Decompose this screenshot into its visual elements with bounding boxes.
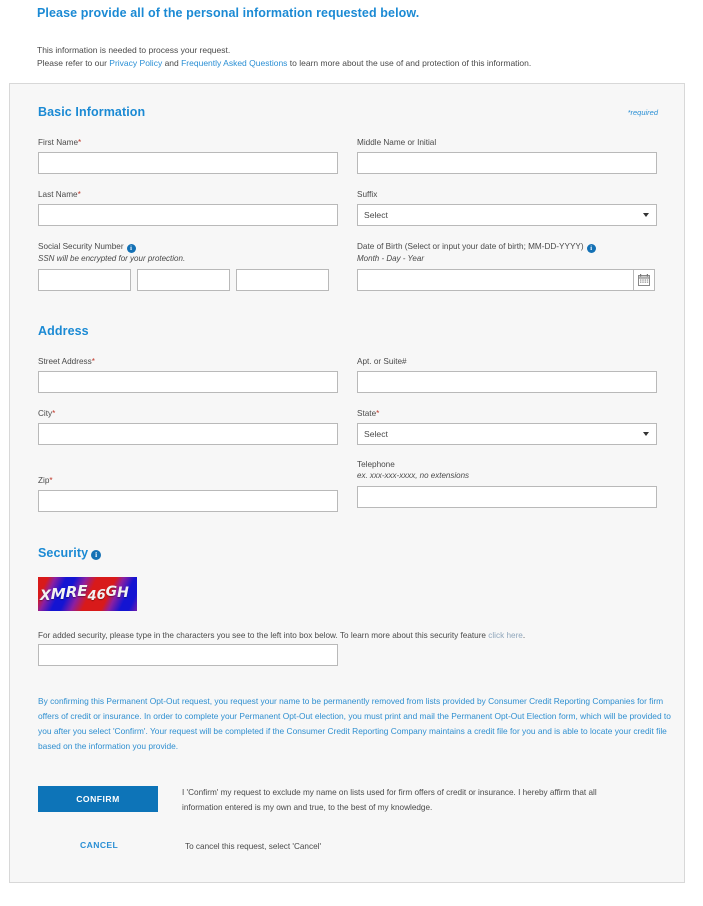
- dob-input-group: [357, 269, 655, 291]
- field-street-address: Street Address*: [38, 356, 338, 393]
- last-name-input[interactable]: [38, 204, 338, 226]
- info-icon[interactable]: i: [586, 244, 596, 253]
- label-date-of-birth: Date of Birth (Select or input your date…: [357, 241, 667, 253]
- confirm-button[interactable]: CONFIRM: [38, 786, 158, 812]
- captcha-help-suffix: .: [522, 631, 526, 640]
- ssn-part1-input[interactable]: [38, 269, 131, 291]
- label-middle-name: Middle Name or Initial: [357, 138, 437, 147]
- label-zip: Zip*: [38, 476, 53, 485]
- ssn-note: SSN will be encrypted for your protectio…: [38, 254, 186, 263]
- label-street-address: Street Address*: [38, 357, 95, 366]
- intro-line-1: This information is needed to process yo…: [37, 45, 231, 55]
- privacy-policy-link[interactable]: Privacy Policy: [109, 58, 162, 68]
- calendar-picker-button[interactable]: [633, 269, 655, 291]
- label-apt-suite: Apt. or Suite#: [357, 357, 407, 366]
- intro-line2-mid: and: [162, 57, 182, 68]
- telephone-hint: ex. xxx-xxx-xxxx, no extensions: [357, 471, 470, 480]
- apt-suite-input[interactable]: [357, 371, 657, 393]
- captcha-char: 4: [87, 589, 97, 604]
- captcha-char: R: [65, 583, 78, 601]
- state-selected-value: Select: [364, 429, 388, 439]
- label-telephone: Telephone: [357, 460, 395, 469]
- calendar-icon: [638, 274, 650, 286]
- legal-disclaimer: By confirming this Permanent Opt-Out req…: [38, 696, 671, 751]
- field-state: State* Select: [357, 408, 657, 445]
- field-first-name: First Name*: [38, 137, 338, 174]
- captcha-characters: XMRE46GH: [40, 582, 129, 604]
- label-city: City*: [38, 409, 56, 418]
- captcha-image: XMRE46GH: [38, 577, 137, 611]
- field-captcha-answer: [38, 644, 338, 666]
- label-first-name: First Name*: [38, 138, 82, 147]
- suffix-selected-value: Select: [364, 210, 388, 220]
- captcha-char: M: [50, 585, 66, 603]
- field-last-name: Last Name*: [38, 189, 338, 226]
- field-telephone: Telephone ex. xxx-xxx-xxxx, no extension…: [357, 459, 657, 508]
- state-select[interactable]: Select: [357, 423, 657, 445]
- field-middle-name: Middle Name or Initial: [357, 137, 657, 174]
- confirm-description: I 'Confirm' my request to exclude my nam…: [182, 788, 597, 812]
- zip-input[interactable]: [38, 490, 338, 512]
- suffix-select[interactable]: Select: [357, 204, 657, 226]
- label-suffix: Suffix: [357, 190, 378, 199]
- label-ssn: Social Security Number i: [38, 241, 338, 253]
- captcha-char: H: [117, 585, 129, 601]
- date-of-birth-input[interactable]: [357, 269, 633, 291]
- field-apt-suite: Apt. or Suite#: [357, 356, 657, 393]
- faq-link[interactable]: Frequently Asked Questions: [181, 58, 287, 68]
- required-note: *required: [627, 108, 658, 117]
- field-date-of-birth: Date of Birth (Select or input your date…: [357, 241, 667, 264]
- form-panel: Basic Information *required First Name* …: [9, 83, 685, 883]
- intro-block: Please provide all of the personal infor…: [37, 5, 667, 69]
- intro-line-2: Please refer to our Privacy Policy and F…: [37, 57, 667, 70]
- ssn-part3-input[interactable]: [236, 269, 329, 291]
- field-ssn: Social Security Number i SSN will be encr…: [38, 241, 338, 264]
- section-heading-address: Address: [38, 324, 89, 338]
- info-icon[interactable]: i: [126, 244, 136, 253]
- field-zip: Zip*: [38, 475, 338, 512]
- ssn-input-group: [38, 269, 329, 291]
- street-address-input[interactable]: [38, 371, 338, 393]
- dob-format-hint: Month - Day - Year: [357, 254, 424, 263]
- intro-line2-suffix: to learn more about the use of and prote…: [287, 57, 532, 68]
- field-suffix: Suffix Select: [357, 189, 657, 226]
- intro-line2-prefix: Please refer to our: [37, 57, 110, 68]
- captcha-char: G: [105, 584, 118, 600]
- section-heading-basic-information: Basic Information: [38, 105, 146, 119]
- cancel-description: To cancel this request, select 'Cancel': [185, 842, 322, 851]
- info-icon[interactable]: i: [91, 550, 102, 560]
- captcha-char: X: [40, 588, 51, 604]
- captcha-help-text: For added security, please type in the c…: [38, 630, 525, 642]
- first-name-input[interactable]: [38, 152, 338, 174]
- captcha-char: 6: [96, 588, 106, 603]
- label-last-name: Last Name*: [38, 190, 81, 199]
- page-title: Please provide all of the personal infor…: [37, 6, 420, 20]
- ssn-part2-input[interactable]: [137, 269, 230, 291]
- captcha-answer-input[interactable]: [38, 644, 338, 666]
- section-heading-security: Security i: [38, 546, 102, 560]
- chevron-down-icon: [643, 432, 649, 436]
- telephone-input[interactable]: [357, 486, 657, 508]
- label-state: State*: [357, 409, 380, 418]
- chevron-down-icon: [643, 213, 649, 217]
- city-input[interactable]: [38, 423, 338, 445]
- captcha-click-here-link[interactable]: click here: [488, 631, 523, 640]
- captcha-help-prefix: For added security, please type in the c…: [38, 631, 489, 640]
- cancel-button[interactable]: CANCEL: [80, 840, 118, 850]
- field-city: City*: [38, 408, 338, 445]
- intro-paragraph: This information is needed to process yo…: [37, 44, 667, 69]
- middle-name-input[interactable]: [357, 152, 657, 174]
- captcha-char: E: [77, 582, 88, 600]
- opt-out-form-page: Please provide all of the personal infor…: [0, 0, 703, 906]
